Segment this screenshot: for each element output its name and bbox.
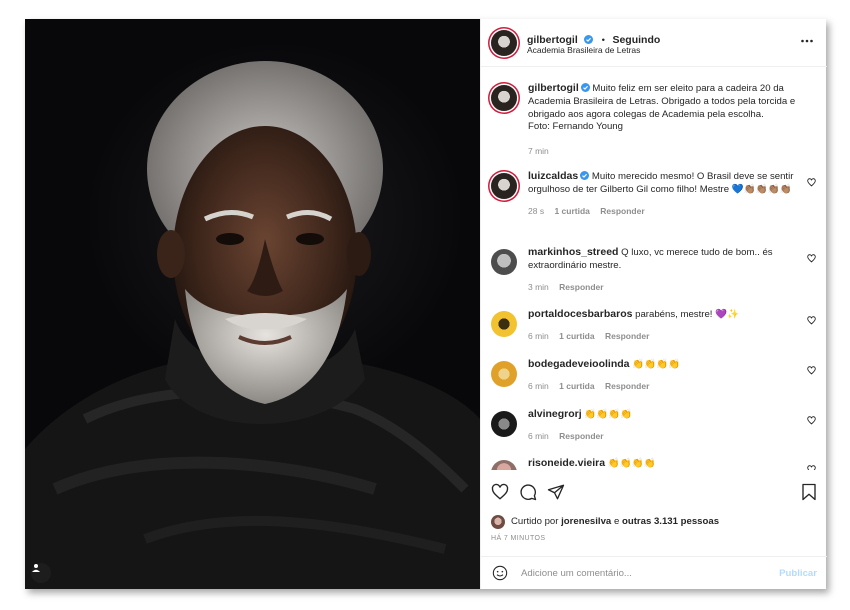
comment-avatar[interactable] [491,249,517,275]
comment-item: portaldocesbarbaros parabéns, mestre! 💜✨… [491,308,816,341]
post-location[interactable]: Academia Brasileira de Letras [527,45,640,55]
post-side-panel: gilbertogil • Seguindo Academia Brasilei… [480,19,827,589]
likes-connector: e [613,516,620,527]
comment-time: 6 min [528,430,549,441]
comment-body: alvinegrorj 👏👏👏👏 [528,408,811,422]
comment-likes[interactable]: 1 curtida [559,331,594,341]
comment-item: risoneide.vieira 👏👏👏👏 [491,457,816,470]
comment-item: bodegadeveioolinda 👏👏👏👏 6 min 1 curtida … [491,358,816,391]
comment-likes[interactable]: 1 curtida [559,381,594,391]
comment-username[interactable]: alvinegrorj [528,408,582,420]
comment-body: luizcaldas Muito merecido mesmo! O Brasi… [528,170,811,197]
comment-text: 👏👏👏👏 [607,458,656,469]
comment-body: risoneide.vieira 👏👏👏👏 [528,457,811,470]
caption-time: 7 min [528,146,549,157]
comment-text: 👏👏👏👏 [584,409,633,420]
reply-button[interactable]: Responder [559,431,603,441]
comment-avatar[interactable] [491,173,517,199]
comment-username[interactable]: risoneide.vieira [528,457,605,469]
instagram-post: gilbertogil • Seguindo Academia Brasilei… [25,19,827,589]
comment-like-heart-icon[interactable] [807,366,816,375]
liker-avatar[interactable] [491,515,505,529]
reply-button[interactable]: Responder [605,331,649,341]
likes-text: Curtido por jorenesilva e outras 3.131 p… [511,516,719,527]
verified-badge-icon [584,35,594,44]
paper-plane-icon[interactable] [547,483,565,501]
comment-like-heart-icon[interactable] [807,316,816,325]
post-timestamp[interactable]: HÁ 7 MINUTOS [491,535,545,542]
comment-avatar[interactable] [491,311,517,337]
post-photo[interactable] [25,19,480,589]
caption-avatar[interactable] [491,85,517,111]
comment-text: parabéns, mestre! 💜✨ [635,309,740,320]
comment-body: markinhos_streed Q luxo, vc merece tudo … [528,246,811,273]
caption-credit: Foto: Fernando Young [528,121,623,133]
bookmark-icon[interactable] [801,483,817,501]
comment-item: luizcaldas Muito merecido mesmo! O Brasi… [491,170,816,216]
comment-like-heart-icon[interactable] [807,465,816,470]
person-icon [32,564,40,572]
caption-info: 7 min [528,146,811,156]
comment-item: markinhos_streed Q luxo, vc merece tudo … [491,246,816,292]
tagged-users-button[interactable] [31,563,51,583]
comment-likes[interactable]: 1 curtida [554,206,589,216]
reply-button[interactable]: Responder [600,206,644,216]
publish-button[interactable]: Publicar [779,568,817,579]
reply-button[interactable]: Responder [605,381,649,391]
comment-info: 6 min 1 curtida Responder [528,331,811,341]
comment-body: bodegadeveioolinda 👏👏👏👏 [528,358,811,372]
comment-icon[interactable] [519,483,537,501]
verified-badge-icon [580,83,590,92]
post-header: gilbertogil • Seguindo Academia Brasilei… [481,19,827,67]
comment-avatar[interactable] [491,411,517,437]
comment-time: 6 min [528,380,549,391]
comment-info: 6 min 1 curtida Responder [528,381,811,391]
comment-like-heart-icon[interactable] [807,254,816,263]
portrait-illustration [25,61,480,589]
comment-body: portaldocesbarbaros parabéns, mestre! 💜✨ [528,308,811,322]
caption-body: gilbertogil Muito feliz em ser eleito pa… [528,82,811,134]
emoji-icon[interactable] [492,565,508,581]
comment-avatar[interactable] [491,460,517,470]
comment-like-heart-icon[interactable] [807,416,816,425]
comment-username[interactable]: luizcaldas [528,170,578,182]
more-horizontal-icon[interactable] [801,39,813,43]
liker-username[interactable]: jorenesilva [561,516,611,527]
post-actions [481,477,827,507]
heart-icon[interactable] [491,483,509,501]
author-avatar[interactable] [491,30,517,56]
comment-avatar[interactable] [491,361,517,387]
caption: gilbertogil Muito feliz em ser eleito pa… [491,82,811,156]
comment-username[interactable]: portaldocesbarbaros [528,308,632,320]
comment-time: 6 min [528,330,549,341]
likes-prefix: Curtido por [511,516,559,527]
verified-badge-icon [580,171,590,180]
comment-item: alvinegrorj 👏👏👏👏 6 min Responder [491,408,816,441]
comment-like-heart-icon[interactable] [807,178,816,187]
comment-username[interactable]: markinhos_streed [528,246,618,258]
comment-composer: Adicione um comentário... Publicar [481,556,827,589]
comment-time: 28 s [528,205,545,216]
comments-scroll[interactable]: gilbertogil Muito feliz em ser eleito pa… [481,68,827,470]
comment-info: 6 min Responder [528,431,811,441]
comment-info: 28 s 1 curtida Responder [528,206,811,216]
likes-others-link[interactable]: outras 3.131 pessoas [622,516,719,527]
reply-button[interactable]: Responder [559,282,603,292]
comment-time: 3 min [528,281,549,292]
comment-input[interactable]: Adicione um comentário... [521,568,632,579]
caption-username[interactable]: gilbertogil [528,82,579,94]
comment-text: 👏👏👏👏 [632,359,680,370]
comment-username[interactable]: bodegadeveioolinda [528,358,630,370]
comment-info: 3 min Responder [528,282,811,292]
